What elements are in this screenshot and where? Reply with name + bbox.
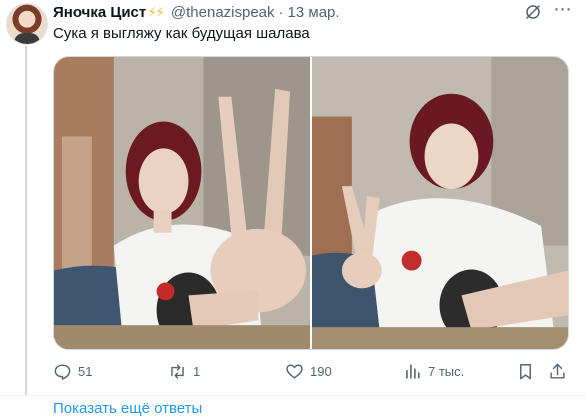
reply-count: 51 [78, 363, 93, 379]
repost-button[interactable]: 1 [168, 358, 200, 384]
lightning-emoji: ⚡⚡ [147, 3, 165, 20]
repost-icon [171, 363, 184, 379]
like-count: 190 [310, 363, 332, 379]
author-handle[interactable]: @thenazispeak [171, 4, 275, 21]
author-name[interactable]: Яночка Цист [53, 4, 146, 21]
tweet-actions: 51 1 190 7 тыс. [53, 358, 569, 384]
photo-left[interactable] [54, 57, 310, 349]
thread-line [25, 46, 27, 395]
views-button[interactable]: 7 тыс. [403, 358, 464, 384]
bar-chart-icon [406, 363, 420, 379]
tweet-media[interactable] [53, 56, 569, 350]
like-button[interactable]: 190 [285, 358, 332, 384]
heart-icon [286, 363, 303, 379]
avatar[interactable] [6, 3, 48, 45]
grok-icon[interactable] [524, 3, 542, 21]
reply-icon [54, 363, 71, 380]
repost-count: 1 [193, 363, 201, 379]
reply-button[interactable]: 51 [53, 358, 92, 384]
show-more-replies-link[interactable]: Показать ещё ответы [53, 400, 202, 417]
photo-right[interactable] [312, 57, 568, 349]
divider [0, 395, 585, 396]
view-count: 7 тыс. [428, 363, 465, 379]
tweet[interactable]: Яночка Цист ⚡⚡ @thenazispeak · 13 мар. ⋯… [0, 0, 585, 395]
photo-right-image [312, 57, 568, 349]
bookmark-button[interactable] [516, 358, 541, 384]
share-button[interactable] [548, 358, 573, 384]
tweet-date[interactable]: 13 мар. [288, 4, 340, 21]
tweet-header: Яночка Цист ⚡⚡ @thenazispeak · 13 мар. [53, 2, 340, 22]
separator-dot: · [278, 3, 284, 21]
photo-left-image [54, 57, 310, 349]
share-icon [550, 363, 565, 379]
more-options-icon[interactable]: ⋯ [552, 0, 574, 22]
tweet-text: Сука я выгляжу как будущая шалава [53, 25, 310, 42]
bookmark-icon [520, 363, 531, 379]
